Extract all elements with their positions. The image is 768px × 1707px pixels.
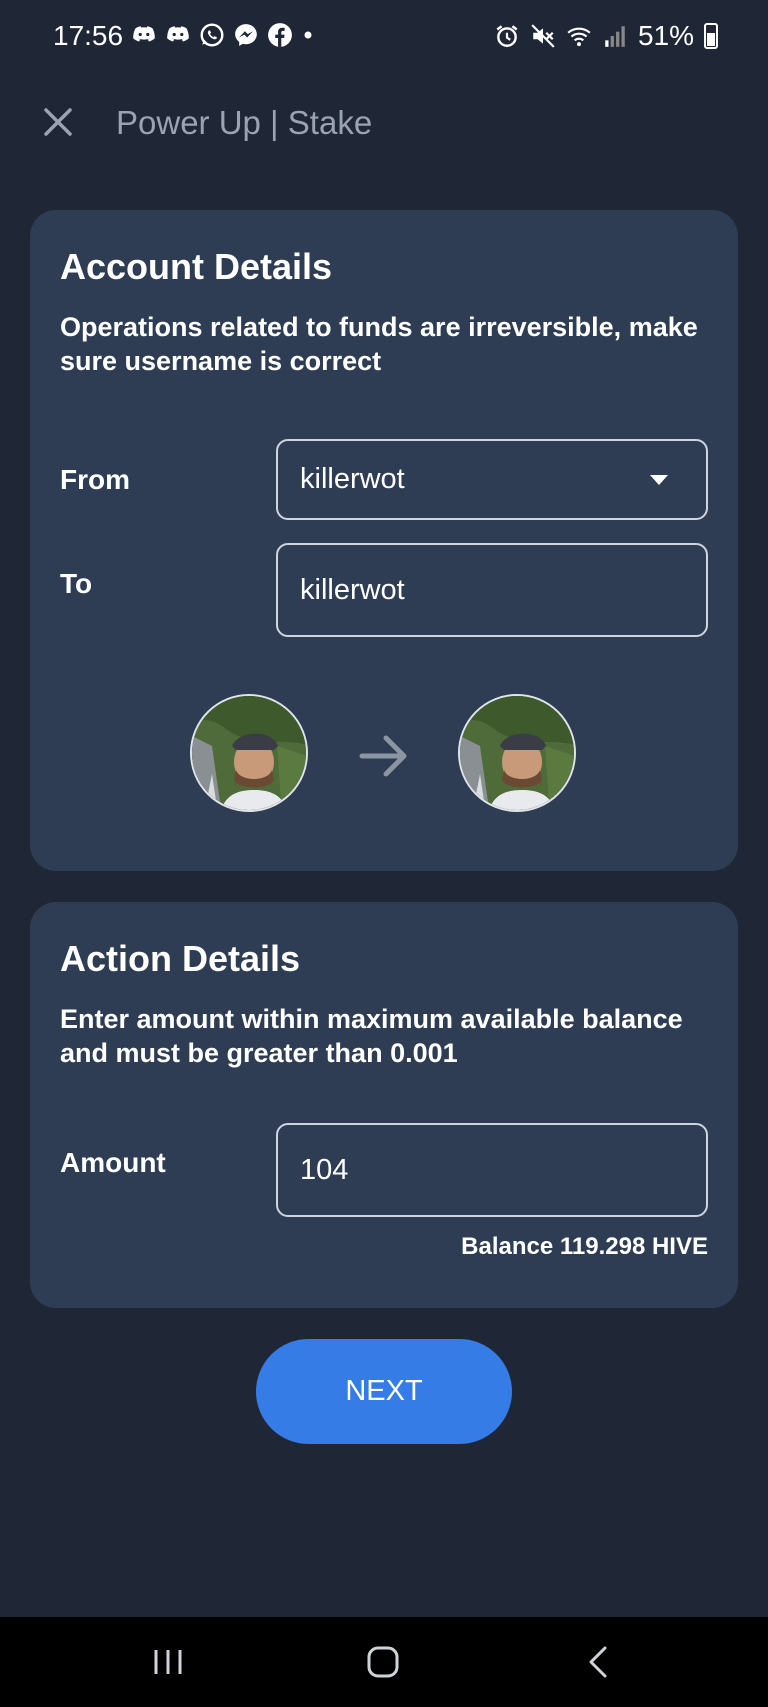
amount-input[interactable]: 104	[276, 1123, 708, 1217]
battery-percent: 51%	[637, 20, 694, 51]
next-button[interactable]: NEXT	[256, 1339, 512, 1444]
system-nav-bar	[0, 1617, 768, 1707]
battery-icon	[704, 23, 718, 49]
amount-label: Amount	[60, 1147, 166, 1178]
chevron-down-icon	[650, 474, 668, 485]
account-details-card: Account Details Operations related to fu…	[30, 210, 738, 871]
home-icon	[367, 1646, 399, 1678]
messenger-icon	[235, 24, 257, 46]
back-button[interactable]	[574, 1642, 624, 1682]
to-label: To	[60, 568, 93, 599]
action-details-title: Action Details	[60, 938, 301, 979]
status-time: 17:56	[53, 20, 124, 51]
page-title: Power Up | Stake	[116, 104, 373, 141]
whatsapp-icon	[200, 23, 224, 47]
amount-value: 104	[300, 1154, 349, 1186]
recent-apps-button[interactable]	[143, 1642, 193, 1682]
status-bar: 17:56 51%	[0, 0, 768, 76]
back-icon	[589, 1646, 607, 1678]
arrow-right-icon	[359, 735, 407, 777]
action-details-card: Action Details Enter amount within maxim…	[30, 902, 738, 1308]
to-input[interactable]: killerwot	[276, 543, 708, 637]
account-details-description: Operations related to funds are irrevers…	[60, 312, 698, 376]
action-details-description: Enter amount within maximum available ba…	[60, 1004, 683, 1068]
to-avatar	[458, 694, 576, 812]
home-button[interactable]	[358, 1642, 408, 1682]
next-button-label: NEXT	[345, 1375, 423, 1407]
notification-icons	[131, 22, 315, 48]
recent-apps-icon	[154, 1650, 182, 1674]
account-details-title: Account Details	[60, 246, 333, 287]
system-status: 51%	[494, 20, 718, 52]
signal-icon	[605, 26, 625, 47]
discord-icon	[133, 26, 155, 42]
from-dropdown[interactable]: killerwot	[276, 439, 708, 520]
wifi-icon	[567, 27, 591, 47]
from-label: From	[60, 464, 130, 495]
dot-icon	[304, 31, 312, 39]
close-button[interactable]	[40, 104, 76, 140]
from-value: killerwot	[300, 463, 405, 495]
balance-text: Balance 119.298 HIVE	[461, 1233, 708, 1260]
alarm-icon	[496, 25, 518, 47]
app-header: Power Up | Stake	[0, 86, 768, 162]
from-avatar	[190, 694, 308, 812]
discord-icon	[167, 26, 189, 42]
close-icon	[44, 108, 72, 136]
to-value: killerwot	[300, 574, 405, 606]
mute-icon	[531, 24, 555, 48]
facebook-icon	[268, 23, 292, 47]
